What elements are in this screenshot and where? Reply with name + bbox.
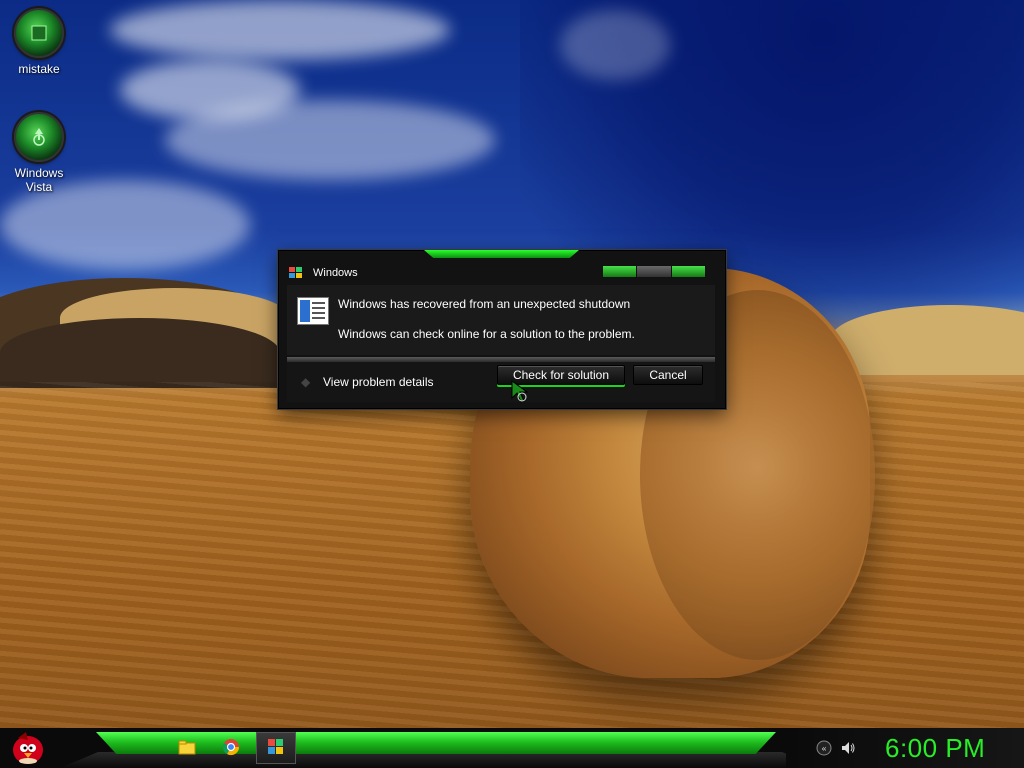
recycle-bin-icon [14, 112, 64, 162]
maximize-button[interactable] [637, 266, 672, 277]
expand-arrow-icon[interactable]: ◆ [301, 376, 313, 388]
message-primary: Windows has recovered from an unexpected… [338, 297, 631, 311]
close-button[interactable] [671, 266, 705, 277]
taskbar-shelf [60, 752, 820, 768]
window-controls [602, 265, 706, 278]
dialog-title: Windows [313, 267, 358, 279]
windows-logo-icon [289, 267, 302, 278]
title-glow [424, 250, 579, 258]
svg-text:«: « [821, 745, 827, 755]
dialog-footer: ◆ View problem details Check for solutio… [287, 362, 715, 402]
mouse-cursor-icon [511, 380, 529, 403]
hill [0, 318, 280, 388]
chrome-icon[interactable] [222, 738, 240, 756]
desktop-icon-label: mistake [18, 62, 60, 76]
cloud [560, 10, 670, 80]
language-icon[interactable]: « [816, 740, 832, 756]
desktop-icon-windows-vista[interactable]: Windows Vista [4, 112, 74, 194]
cloud [110, 0, 450, 60]
taskbar[interactable]: « 6:00 PM [0, 728, 1024, 768]
cloud [165, 100, 495, 180]
desktop-icon-mistake[interactable]: mistake [4, 8, 74, 76]
minimize-button[interactable] [603, 266, 638, 277]
folder-icon[interactable] [178, 738, 196, 756]
windows-dialog-icon [268, 739, 283, 754]
message-secondary: Windows can check online for a solution … [338, 327, 635, 341]
desktop-icon-label: Windows Vista [14, 166, 64, 194]
green-orb-icon [14, 8, 64, 58]
clock[interactable]: 6:00 PM [885, 733, 985, 764]
volume-icon[interactable] [840, 740, 856, 756]
taskbar-button-windows-dialog[interactable] [256, 732, 296, 764]
view-problem-details-link[interactable]: View problem details [323, 375, 434, 389]
cancel-button[interactable]: Cancel [633, 365, 703, 385]
error-recovery-dialog[interactable]: Windows Windows has recovered from an un… [278, 250, 726, 409]
document-icon [297, 297, 329, 325]
taskbar-green-bar [96, 732, 776, 754]
start-button-angry-bird-icon[interactable] [8, 730, 48, 766]
dialog-body: Windows has recovered from an unexpected… [287, 285, 715, 355]
